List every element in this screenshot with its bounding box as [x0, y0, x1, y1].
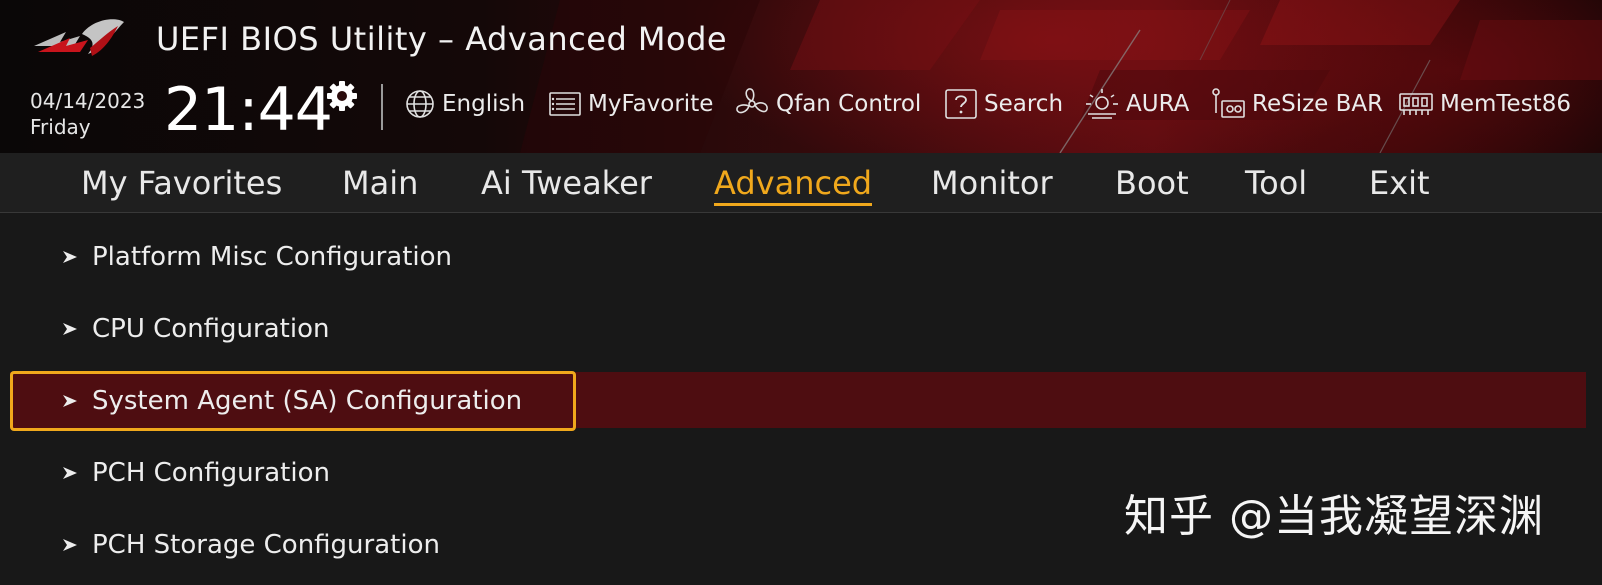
- watermark-text: 知乎 @当我凝望深渊: [1124, 491, 1544, 542]
- search-button[interactable]: Search: [944, 88, 1063, 120]
- qfan-control-label: Qfan Control: [776, 91, 922, 117]
- submenu-arrow-icon: [63, 539, 77, 551]
- menu-item-system-agent-configuration[interactable]: System Agent (SA) Configuration: [62, 381, 522, 421]
- myfavorite-label: MyFavorite: [588, 91, 714, 117]
- menu-item-label: System Agent (SA) Configuration: [92, 386, 523, 416]
- search-label: Search: [984, 91, 1064, 117]
- menu-item-label: PCH Storage Configuration: [92, 530, 440, 560]
- tab-boot[interactable]: Boot: [1115, 163, 1189, 203]
- rog-logo-icon: [34, 19, 124, 56]
- menu-item-platform-misc-configuration[interactable]: Platform Misc Configuration: [62, 237, 452, 277]
- date-display: 04/14/2023 Friday: [30, 88, 145, 140]
- gear-icon[interactable]: [326, 80, 358, 112]
- aura-label: AURA: [1126, 91, 1190, 117]
- tab-main[interactable]: Main: [342, 163, 418, 203]
- main-tab-bar: My Favorites Main Ai Tweaker Advanced Mo…: [0, 153, 1602, 213]
- date-text: 04/14/2023: [30, 89, 146, 113]
- menu-item-pch-configuration[interactable]: PCH Configuration: [62, 453, 330, 493]
- aura-light-icon: [1086, 89, 1118, 119]
- submenu-arrow-icon: [63, 251, 77, 263]
- header-divider: [381, 84, 383, 130]
- qfan-control-button[interactable]: Qfan Control: [734, 88, 921, 120]
- resize-bar-label: ReSize BAR: [1252, 91, 1384, 117]
- app-title: UEFI BIOS Utility – Advanced Mode: [156, 20, 728, 58]
- submenu-arrow-icon: [63, 467, 77, 479]
- memory-module-icon: [1399, 93, 1433, 115]
- aura-button[interactable]: AURA: [1084, 88, 1189, 120]
- tab-monitor[interactable]: Monitor: [931, 163, 1053, 203]
- menu-item-label: CPU Configuration: [92, 314, 330, 344]
- menu-item-cpu-configuration[interactable]: CPU Configuration: [62, 309, 329, 349]
- menu-item-label: Platform Misc Configuration: [92, 242, 453, 272]
- memtest86-label: MemTest86: [1440, 91, 1571, 117]
- tab-exit[interactable]: Exit: [1369, 163, 1430, 203]
- myfavorite-button[interactable]: MyFavorite: [548, 88, 713, 120]
- header-bar: UEFI BIOS Utility – Advanced Mode 04/14/…: [0, 0, 1602, 153]
- submenu-arrow-icon: [63, 395, 77, 407]
- menu-item-label: PCH Configuration: [92, 458, 330, 488]
- globe-icon: [406, 90, 434, 118]
- tab-advanced[interactable]: Advanced: [714, 163, 873, 206]
- tab-my-favorites[interactable]: My Favorites: [81, 163, 282, 203]
- clock-time[interactable]: 21:44: [164, 76, 333, 144]
- menu-item-pch-storage-configuration[interactable]: PCH Storage Configuration: [62, 525, 440, 565]
- language-label: English: [442, 91, 526, 117]
- resize-bar-icon: [1212, 88, 1245, 118]
- resize-bar-button[interactable]: ReSize BAR: [1210, 88, 1383, 120]
- language-button[interactable]: English: [404, 88, 525, 120]
- fan-icon: [736, 88, 768, 114]
- submenu-arrow-icon: [63, 323, 77, 335]
- memtest86-button[interactable]: MemTest86: [1398, 88, 1571, 120]
- tab-tool[interactable]: Tool: [1245, 163, 1307, 203]
- day-text: Friday: [30, 115, 91, 139]
- help-search-icon: [945, 89, 977, 119]
- bios-screen: UEFI BIOS Utility – Advanced Mode 04/14/…: [0, 0, 1602, 585]
- tab-ai-tweaker[interactable]: Ai Tweaker: [481, 163, 652, 203]
- favorite-list-icon: [549, 92, 581, 116]
